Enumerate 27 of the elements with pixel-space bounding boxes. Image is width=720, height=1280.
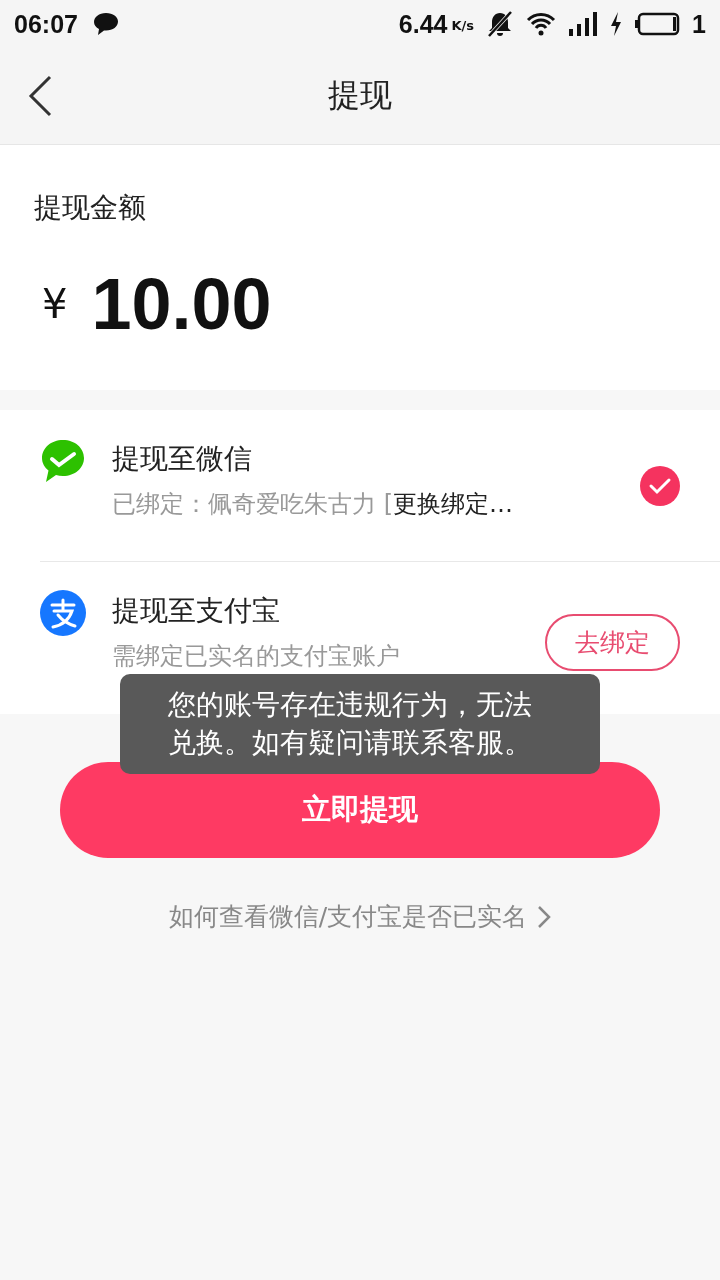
battery-level: 1 bbox=[692, 9, 706, 39]
amount-value: 10.00 bbox=[91, 263, 272, 345]
method-subtitle: 已绑定：佩奇爱吃朱古力 [ bbox=[112, 488, 393, 520]
network-speed: 6.44 bbox=[398, 9, 448, 39]
status-time: 06:07 bbox=[14, 9, 78, 39]
signal-icon bbox=[568, 11, 599, 37]
warning-toast: 您的账号存在违规行为，无法兑换。如有疑问请联系客服。 bbox=[120, 674, 600, 774]
page-title: 提现 bbox=[328, 75, 392, 116]
method-subtitle: 需绑定已实名的支付宝账户 bbox=[112, 640, 400, 672]
chat-bubble-icon bbox=[40, 437, 86, 484]
amount-label: 提现金额 bbox=[34, 190, 147, 226]
bind-button[interactable]: 去绑定 bbox=[545, 614, 680, 671]
chevron-right-icon bbox=[537, 904, 552, 929]
battery-icon bbox=[634, 12, 681, 36]
wifi-icon bbox=[526, 11, 557, 37]
alipay-icon bbox=[40, 589, 86, 636]
speed-unit: K/s bbox=[451, 17, 475, 33]
currency-symbol: ¥ bbox=[42, 281, 68, 327]
help-link[interactable]: 如何查看微信/支付宝是否已实名 bbox=[168, 900, 528, 933]
method-title: 提现至支付宝 bbox=[112, 592, 281, 629]
charging-icon bbox=[610, 12, 623, 36]
method-title: 提现至微信 bbox=[112, 440, 253, 477]
back-icon[interactable] bbox=[26, 74, 54, 118]
muted-bell-icon bbox=[486, 10, 515, 38]
withdraw-button[interactable]: 立即提现 bbox=[60, 762, 660, 858]
change-binding-link[interactable]: 更换绑定… bbox=[393, 487, 513, 520]
message-icon bbox=[91, 11, 120, 37]
